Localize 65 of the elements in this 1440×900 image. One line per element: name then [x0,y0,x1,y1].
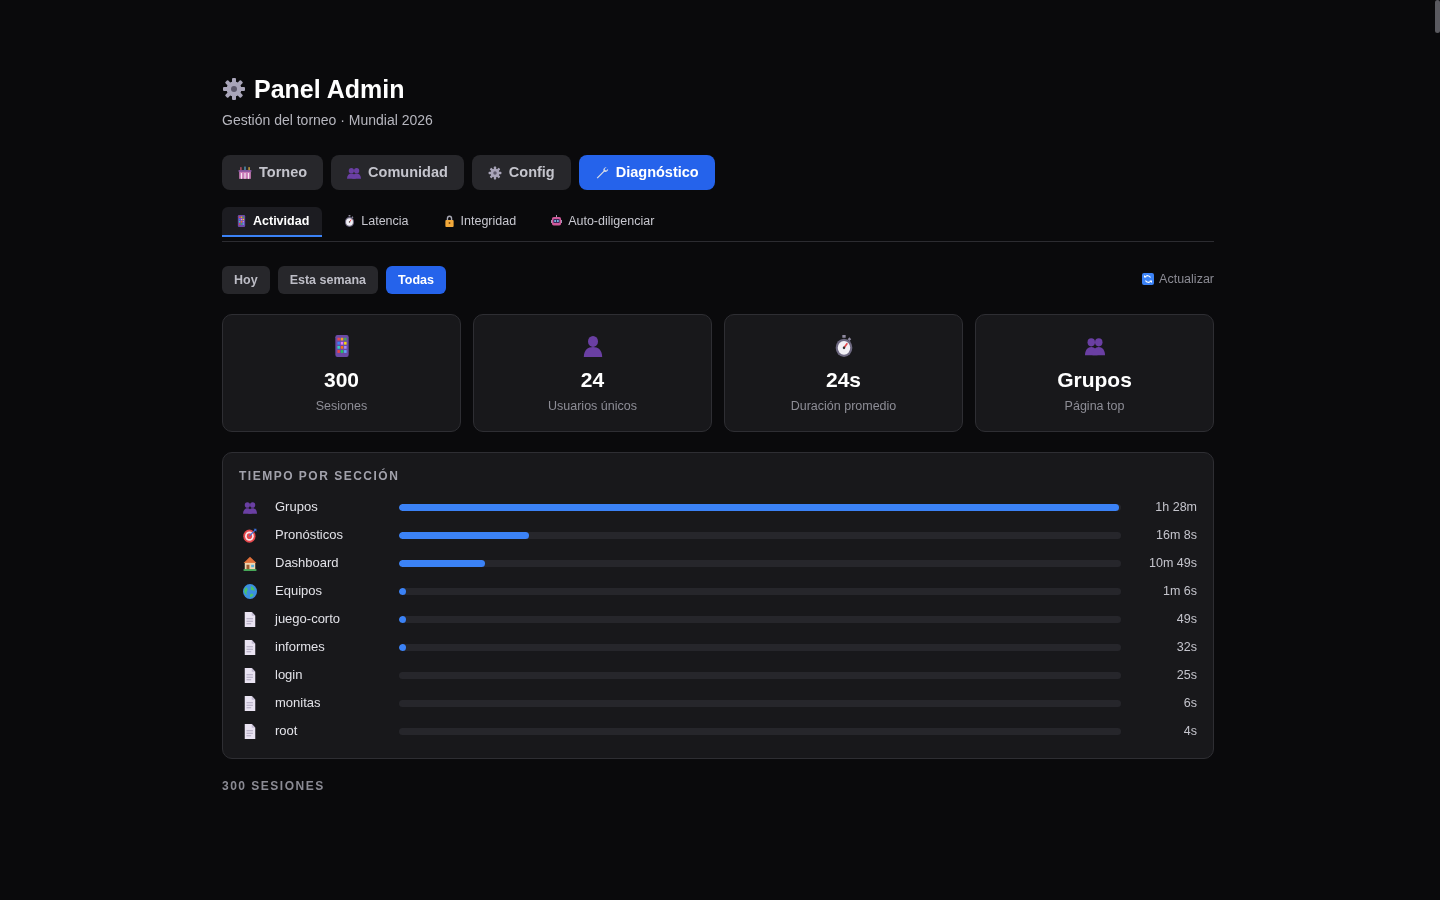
target-icon [243,527,257,543]
nav-tab[interactable]: Torneo [222,155,324,190]
house-icon [243,555,257,571]
time-value: 1h 28m [1154,498,1197,516]
section-name: login [275,666,304,685]
person-icon [582,335,603,357]
sub-tab[interactable]: Auto-diligenciar [537,207,668,237]
subtitle: Gestión del torneo · Mundial 2026 [222,111,434,129]
gear-icon [487,165,502,180]
filter-button[interactable]: Hoy [222,266,270,294]
refresh-button[interactable]: Actualizar [1142,269,1214,289]
section-name: Dashboard [275,554,340,573]
sub-tab[interactable]: Latencia [330,207,422,237]
sub-tab[interactable]: Actividad [222,207,323,237]
section-name: monitas [275,694,322,713]
robot-icon [551,215,563,227]
section-name: Equipos [275,582,323,601]
gear-icon [222,77,246,101]
nav-tab[interactable]: Config [471,155,571,190]
section-name: Pronósticos [275,526,344,545]
stopwatch-icon [833,335,854,357]
wrench-icon [594,165,609,180]
time-value: 16m 8s [1155,526,1197,544]
sub-tab[interactable]: Integridad [429,207,530,237]
time-value: 49s [1175,610,1197,628]
document-icon [243,667,257,683]
time-value: 6s [1182,694,1197,712]
time-value: 10m 49s [1148,554,1197,572]
section-name: informes [275,638,326,657]
stat-value: Grupos [1057,368,1132,392]
stat-value: 24s [825,368,861,392]
stat-label: Duración promedio [790,398,897,414]
document-icon [243,695,257,711]
stat-value: 300 [323,368,359,392]
document-icon [243,639,257,655]
phone-icon [236,215,247,227]
document-icon [243,611,257,627]
nav-tab[interactable]: Diagnóstico [578,155,715,190]
time-value: 25s [1175,666,1197,684]
building-icon [238,165,252,180]
section-heading: 300 SESIONES [222,778,326,795]
section-name: root [275,722,299,741]
stat-label: Sesiones [315,398,368,414]
time-value: 1m 6s [1161,582,1197,600]
people-icon [347,165,362,180]
people-icon [243,499,257,515]
time-value: 4s [1182,722,1197,740]
section-name: juego-corto [275,610,342,629]
document-icon [243,723,257,739]
page-title: Panel Admin [254,74,405,104]
stat-label: Usuarios únicos [548,398,637,414]
filter-button[interactable]: Esta semana [277,266,379,294]
people-icon [1084,335,1105,357]
filter-button[interactable]: Todas [386,266,446,294]
stopwatch-icon [344,215,356,227]
lock-icon [443,215,455,227]
globe-icon [243,583,257,599]
scrollbar-thumb[interactable] [1435,0,1440,33]
time-value: 32s [1175,638,1197,656]
nav-tab[interactable]: Comunidad [331,155,464,190]
stat-label: Página top [1064,398,1125,414]
section-heading: TIEMPO POR SECCIÓN [239,468,401,484]
section-name: Grupos [275,498,319,517]
stat-value: 24 [580,368,605,392]
refresh-icon [1142,273,1155,285]
